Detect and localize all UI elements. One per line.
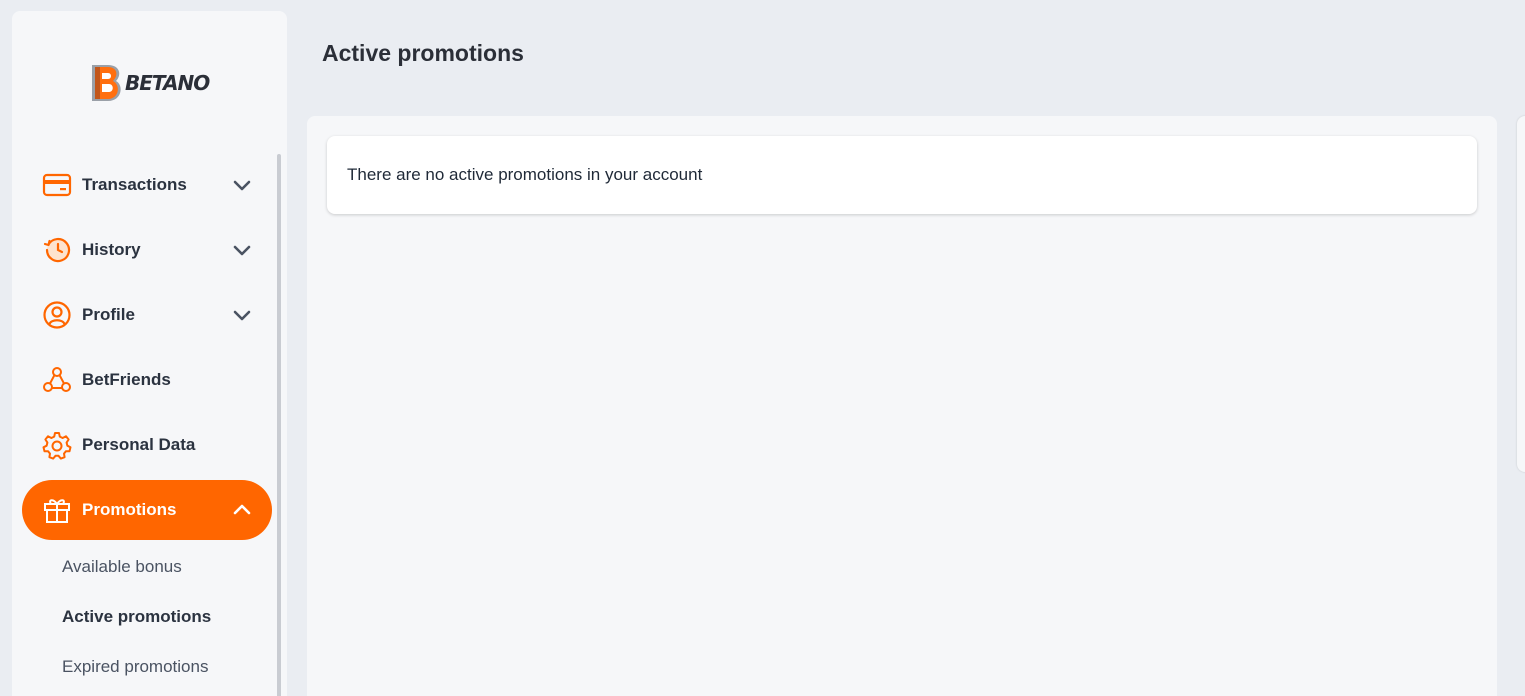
sidebar-item-label: Promotions (82, 500, 177, 519)
network-icon (42, 365, 72, 395)
chevron-down-icon[interactable] (232, 305, 252, 325)
right-side-panel (1517, 116, 1525, 472)
page-title: Active promotions (322, 40, 524, 66)
sidebar: BETANO Transactions History Profile BetF… (12, 11, 287, 696)
subnav-active-promotions[interactable]: Active promotions (62, 607, 211, 627)
sidebar-item-label: Personal Data (82, 435, 196, 454)
subnav-available-bonus[interactable]: Available bonus (62, 557, 182, 577)
credit-card-icon (42, 170, 72, 200)
chevron-up-icon[interactable] (232, 500, 252, 520)
empty-state-card: There are no active promotions in your a… (327, 136, 1477, 214)
sidebar-item-profile[interactable]: Profile (22, 285, 272, 345)
history-icon (42, 235, 72, 265)
betano-logo[interactable]: BETANO (86, 61, 210, 105)
sidebar-item-betfriends[interactable]: BetFriends (22, 350, 272, 410)
betano-logo-mark-icon (92, 65, 121, 101)
chevron-down-icon[interactable] (232, 240, 252, 260)
sidebar-item-label: Transactions (82, 175, 187, 194)
sidebar-item-personal-data[interactable]: Personal Data (22, 415, 272, 475)
brand-name: BETANO (125, 71, 210, 95)
sidebar-item-label: History (82, 240, 141, 259)
sidebar-item-label: BetFriends (82, 370, 171, 389)
chevron-down-icon[interactable] (232, 175, 252, 195)
sidebar-item-transactions[interactable]: Transactions (22, 155, 272, 215)
gift-icon (42, 495, 72, 525)
sidebar-item-promotions[interactable]: Promotions (22, 480, 272, 540)
main-panel: There are no active promotions in your a… (307, 116, 1497, 696)
user-icon (42, 300, 72, 330)
sidebar-item-history[interactable]: History (22, 220, 272, 280)
subnav-expired-promotions[interactable]: Expired promotions (62, 657, 208, 677)
empty-state-message: There are no active promotions in your a… (347, 165, 703, 184)
gear-icon (42, 430, 72, 460)
sidebar-scrollbar[interactable] (277, 154, 281, 696)
sidebar-item-label: Profile (82, 305, 135, 324)
